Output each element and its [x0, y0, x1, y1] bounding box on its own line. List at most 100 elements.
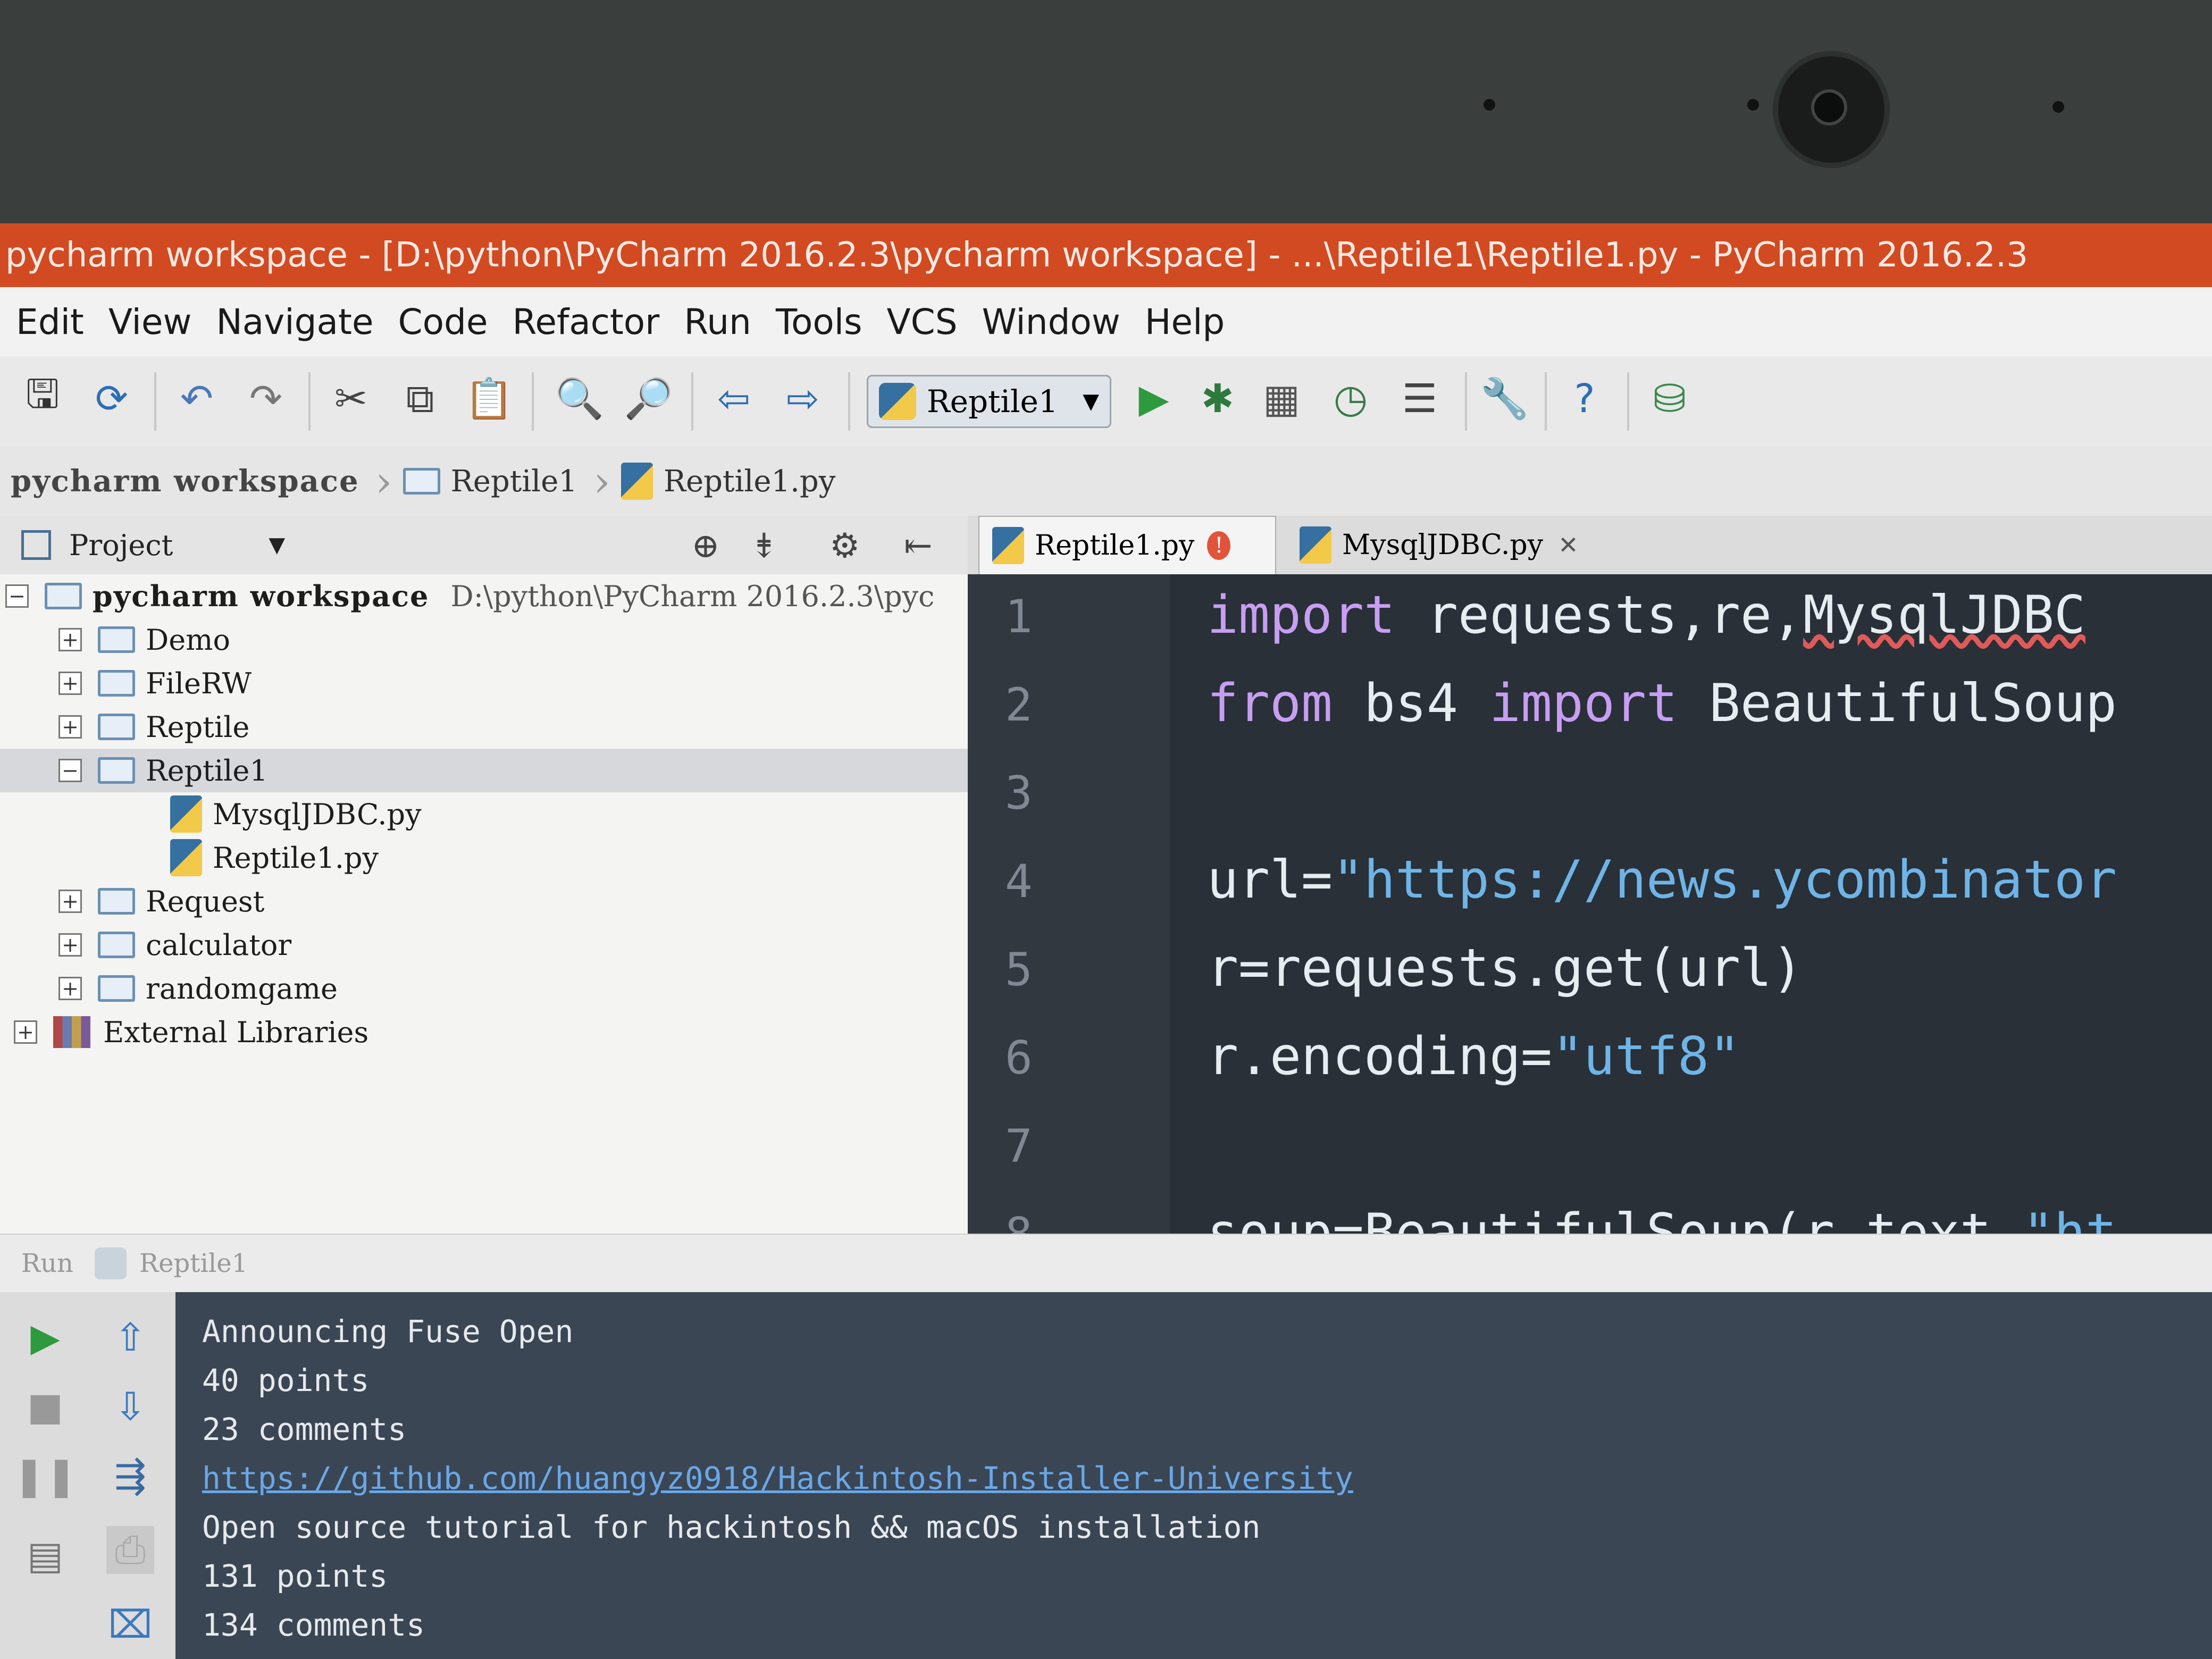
tree-item-randomgame[interactable]: + randomgame — [0, 967, 1026, 1010]
tree-item-request[interactable]: + Request — [0, 879, 1026, 923]
menu-tools[interactable]: Tools — [776, 301, 862, 342]
tree-item-filerw[interactable]: + FileRW — [0, 661, 1026, 705]
tab-reptile1-py[interactable]: Reptile1.py ! — [978, 516, 1276, 574]
collapse-icon[interactable]: − — [5, 584, 29, 608]
laptop-bezel — [0, 0, 2212, 229]
tree-item-calculator[interactable]: + calculator — [0, 923, 1026, 967]
chevron-down-icon[interactable]: ▼ — [269, 533, 285, 557]
copy-icon[interactable]: ⧉ — [393, 372, 447, 425]
tree-item-reptile1-py[interactable]: Reptile1.py — [0, 836, 1138, 879]
expand-icon[interactable]: + — [58, 977, 82, 1000]
menu-run[interactable]: Run — [684, 301, 751, 342]
profile-icon[interactable]: ◷ — [1324, 372, 1377, 425]
gear-icon[interactable]: ⚙ — [830, 526, 860, 566]
expand-icon[interactable]: + — [58, 890, 82, 913]
folder-icon — [98, 757, 135, 784]
help-icon[interactable]: ? — [1558, 372, 1611, 425]
run-console[interactable]: Announcing Fuse Open 40 points 23 commen… — [175, 1292, 2212, 1659]
line-number: 6 — [1005, 1032, 1033, 1085]
cut-icon[interactable]: ✂ — [324, 372, 378, 425]
layout-icon[interactable]: ▤ — [21, 1531, 69, 1579]
run-icon[interactable]: ▶ — [1127, 372, 1180, 425]
scroll-up-icon[interactable]: ⇧ — [106, 1313, 154, 1361]
folder-icon — [45, 583, 82, 609]
run-panel-title: Run — [21, 1249, 73, 1278]
sync-icon[interactable]: ⟳ — [85, 372, 138, 425]
console-line: 134 comments — [202, 1607, 425, 1643]
redo-icon[interactable]: ↷ — [239, 372, 292, 425]
console-link[interactable]: https://github.com/huangyz0918/Hackintos… — [202, 1460, 1353, 1496]
hide-icon[interactable]: ⇤ — [904, 526, 933, 566]
tab-mysqljdbc-py[interactable]: MysqlJDBC.py ✕ — [1287, 516, 1606, 574]
bezel-sensor-dot — [2052, 101, 2064, 113]
breadcrumb-label: Reptile1.py — [663, 464, 836, 499]
menu-code[interactable]: Code — [398, 301, 488, 342]
main-toolbar: 🖫 ⟳ ↶ ↷ ✂ ⧉ 📋 🔍 🔎 ⇦ ⇨ Reptile1 ▼ ▶ ✱ ▦ ◷… — [0, 356, 2212, 448]
menu-vcs[interactable]: VCS — [886, 301, 957, 342]
console-line: Announcing Fuse Open — [202, 1313, 574, 1350]
toolbar-separator — [1627, 372, 1629, 431]
collapse-icon[interactable]: − — [58, 759, 82, 782]
close-icon[interactable]: ✕ — [1558, 531, 1579, 559]
window-title: pycharm workspace - [D:\python\PyCharm 2… — [0, 223, 2212, 287]
python-file-icon — [94, 1247, 127, 1279]
menu-edit[interactable]: Edit — [16, 301, 84, 342]
locate-icon[interactable]: ⊕ — [691, 526, 720, 566]
debug-icon[interactable]: ✱ — [1191, 372, 1244, 425]
console-line: 23 comments — [202, 1411, 407, 1447]
expand-icon[interactable]: + — [58, 715, 82, 739]
menu-refactor[interactable]: Refactor — [512, 301, 659, 342]
breadcrumb-item[interactable]: Reptile1 — [392, 447, 593, 516]
expand-icon[interactable]: + — [58, 933, 82, 957]
project-icon — [21, 530, 51, 560]
save-icon[interactable]: 🖫 — [16, 371, 69, 425]
print-icon[interactable]: ⎙ — [106, 1526, 154, 1574]
stop-icon[interactable]: ■ — [21, 1382, 69, 1430]
undo-icon[interactable]: ↶ — [170, 372, 223, 425]
toolbar-separator — [1545, 372, 1547, 431]
soft-wrap-icon[interactable]: ⇶ — [106, 1452, 154, 1499]
collapse-all-icon[interactable]: ⇟ — [750, 526, 778, 566]
run-config-label: Reptile1 — [927, 383, 1058, 420]
concurrency-icon[interactable]: ☰ — [1393, 372, 1446, 425]
clear-icon[interactable]: ⌧ — [106, 1601, 154, 1648]
rerun-icon[interactable]: ▶ — [21, 1313, 69, 1361]
run-config-select[interactable]: Reptile1 ▼ — [867, 375, 1111, 428]
forward-icon[interactable]: ⇨ — [776, 372, 830, 425]
breadcrumb-item[interactable]: pycharm workspace — [0, 447, 375, 516]
breadcrumb-item[interactable]: Reptile1.py — [610, 447, 852, 516]
tree-item-demo[interactable]: + Demo — [0, 618, 1026, 661]
replace-icon[interactable]: 🔎 — [622, 372, 675, 425]
project-view-selector[interactable]: Project — [69, 529, 173, 562]
tree-item-external-libraries[interactable]: + External Libraries — [0, 1010, 982, 1054]
tree-item-mysqljdbc-py[interactable]: MysqlJDBC.py — [0, 792, 1138, 836]
tree-item-reptile1[interactable]: − Reptile1 — [0, 749, 1026, 792]
tree-item-label: FileRW — [146, 666, 252, 700]
toolbar-separator — [1465, 372, 1467, 431]
run-config-tab[interactable]: Reptile1 — [139, 1249, 248, 1278]
menu-help[interactable]: Help — [1145, 301, 1225, 342]
menu-window[interactable]: Window — [982, 301, 1120, 342]
tree-item-reptile[interactable]: + Reptile — [0, 705, 1026, 749]
toolbar-separator — [691, 372, 693, 431]
tree-item-label: Demo — [146, 623, 230, 657]
back-icon[interactable]: ⇦ — [707, 372, 760, 425]
menu-view[interactable]: View — [108, 301, 192, 342]
console-line: 40 points — [202, 1362, 370, 1398]
paste-icon[interactable]: 📋 — [463, 372, 516, 425]
scroll-down-icon[interactable]: ⇩ — [106, 1382, 154, 1430]
coverage-icon[interactable]: ▦ — [1255, 372, 1308, 425]
settings-wrench-icon[interactable]: 🔧 — [1478, 372, 1531, 425]
code-line-4: url="https://news.ycombinator — [1207, 850, 2117, 910]
unresolved-import: MysqlJDBC — [1803, 585, 2086, 646]
tree-item-label: Reptile — [146, 710, 250, 744]
expand-icon[interactable]: + — [58, 672, 82, 695]
expand-icon[interactable]: + — [14, 1020, 37, 1044]
find-icon[interactable]: 🔍 — [553, 372, 606, 425]
pause-icon[interactable]: ❚❚ — [13, 1452, 78, 1499]
expand-icon[interactable]: + — [58, 628, 82, 651]
menu-bar: Edit View Navigate Code Refactor Run Too… — [0, 287, 2212, 356]
menu-navigate[interactable]: Navigate — [216, 301, 373, 342]
tree-root[interactable]: − pycharm workspace D:\python\PyCharm 20… — [0, 574, 973, 618]
sdk-manager-icon[interactable]: ⛁ — [1643, 372, 1696, 425]
